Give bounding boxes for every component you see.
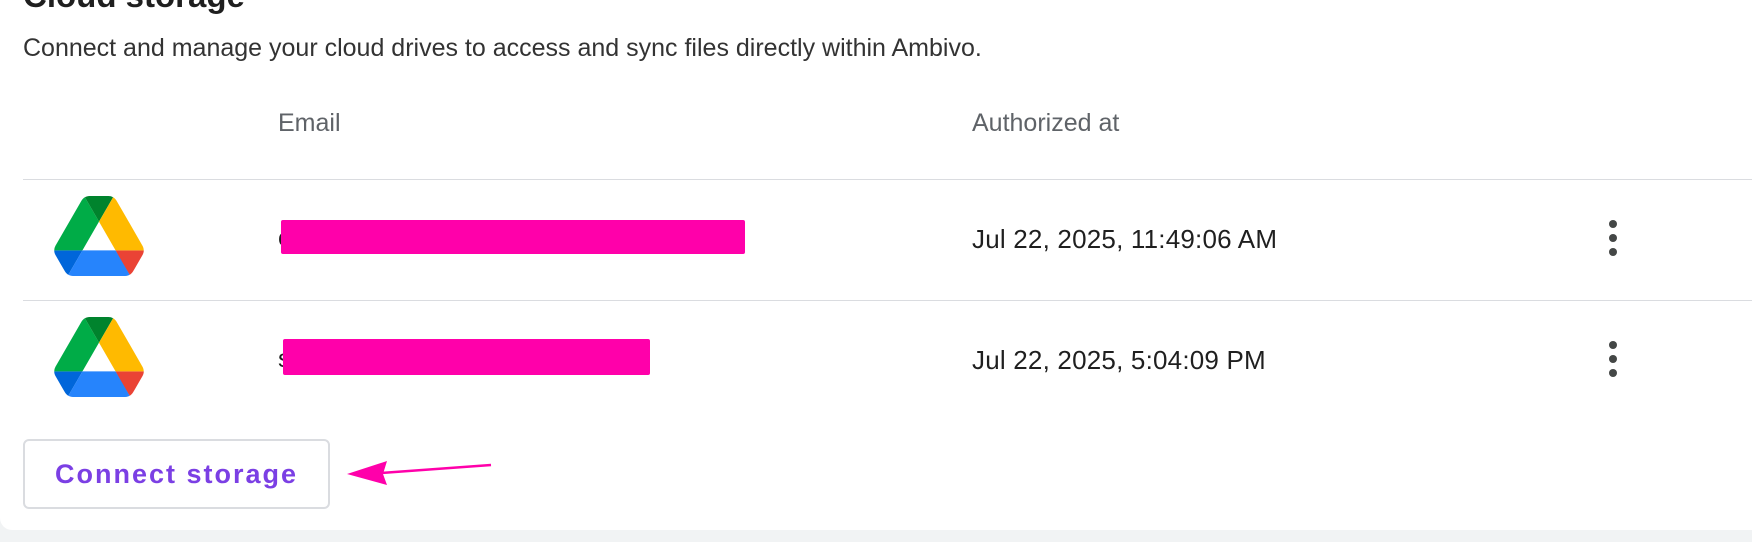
more-vert-icon-dot bbox=[1609, 369, 1617, 377]
google-drive-icon bbox=[54, 196, 144, 276]
more-vert-icon-dot bbox=[1609, 355, 1617, 363]
authorized-at-cell: Jul 22, 2025, 5:04:09 PM bbox=[972, 345, 1266, 375]
google-drive-icon bbox=[54, 317, 144, 397]
redaction-box bbox=[281, 220, 745, 254]
column-header-authorized-at: Authorized at bbox=[972, 109, 1120, 137]
column-header-email: Email bbox=[278, 109, 341, 137]
annotation-arrow-icon bbox=[347, 461, 492, 485]
cloud-storage-card: Cloud storage Connect and manage your cl… bbox=[0, 0, 1752, 530]
redaction-box bbox=[283, 339, 650, 375]
table-header: Email Authorized at bbox=[23, 100, 1752, 180]
section-description: Connect and manage your cloud drives to … bbox=[23, 34, 982, 62]
table-row: c Jul 22, 2025, 11:49:06 AM bbox=[23, 180, 1752, 301]
more-vert-icon bbox=[1609, 220, 1617, 228]
more-vert-icon-dot bbox=[1609, 248, 1617, 256]
more-vert-icon-dot bbox=[1609, 234, 1617, 242]
row-more-options-button[interactable] bbox=[1593, 210, 1633, 266]
row-more-options-button[interactable] bbox=[1593, 331, 1633, 387]
authorized-at-cell: Jul 22, 2025, 11:49:06 AM bbox=[972, 224, 1278, 254]
section-title: Cloud storage bbox=[23, 0, 245, 14]
table-row: s Jul 22, 2025, 5:04:09 PM bbox=[23, 301, 1752, 421]
more-vert-icon bbox=[1609, 341, 1617, 349]
connect-storage-button[interactable]: Connect storage bbox=[23, 439, 330, 509]
